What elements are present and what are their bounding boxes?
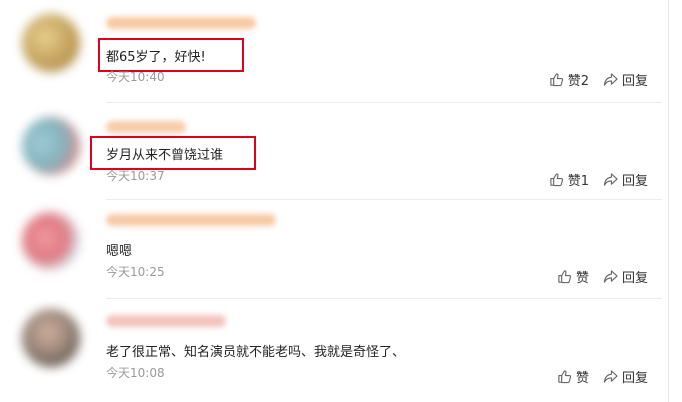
reply-button[interactable]: 回复 [603,367,648,386]
reply-label: 回复 [621,174,648,189]
like-count: 赞2 [567,74,589,89]
avatar[interactable] [22,212,80,270]
like-count: 赞1 [567,174,589,189]
reply-label: 回复 [621,271,648,286]
comment-actions: 赞 回复 [543,267,648,286]
comment-text: 岁月从来不曾饶过谁 [106,148,224,163]
comment-text: 老了很正常、知名演员就不能老吗、我就是奇怪了、 [106,345,406,360]
comment-time: 今天10:25 [106,265,165,279]
reply-label: 回复 [621,74,648,89]
comment-item: 都65岁了，好快! 今天10:40 赞2 回复 [0,0,668,98]
right-edge-rule [668,0,669,402]
reply-label: 回复 [621,371,648,386]
avatar[interactable] [22,309,80,367]
like-button[interactable]: 赞2 [549,70,589,89]
username-blurred[interactable] [106,121,186,133]
like-button[interactable]: 赞1 [549,170,589,189]
comment-actions: 赞2 回复 [535,70,648,89]
comment-actions: 赞1 回复 [535,170,648,189]
comment-actions: 赞 回复 [543,367,648,386]
comment-text: 都65岁了，好快! [106,50,206,65]
thumbs-up-icon [550,73,563,87]
avatar[interactable] [22,14,80,72]
username-blurred[interactable] [106,17,256,29]
share-arrow-icon [603,270,618,283]
username-blurred[interactable] [106,214,276,226]
like-button[interactable]: 赞 [557,267,589,286]
reply-button[interactable]: 回复 [603,170,648,189]
comment-time: 今天10:08 [106,366,165,380]
share-arrow-icon [603,370,618,383]
thumbs-up-icon [550,173,563,187]
thumbs-up-icon [558,270,572,284]
like-button[interactable]: 赞 [557,367,589,386]
reply-button[interactable]: 回复 [603,267,648,286]
comment-item: 老了很正常、知名演员就不能老吗、我就是奇怪了、 今天10:08 赞 回复 [0,299,668,402]
username-blurred[interactable] [106,315,226,327]
comment-text: 嗯嗯 [106,244,133,259]
share-arrow-icon [603,173,618,186]
like-count: 赞 [575,371,589,386]
share-arrow-icon [603,73,618,86]
reply-button[interactable]: 回复 [603,70,648,89]
comment-time: 今天10:37 [106,169,165,183]
thumbs-up-icon [558,370,572,384]
comment-item: 岁月从来不曾饶过谁 今天10:37 赞1 回复 [0,103,668,199]
avatar[interactable] [22,117,80,175]
like-count: 赞 [575,271,589,286]
comment-time: 今天10:40 [106,70,165,84]
comment-item: 嗯嗯 今天10:25 赞 回复 [0,200,668,296]
